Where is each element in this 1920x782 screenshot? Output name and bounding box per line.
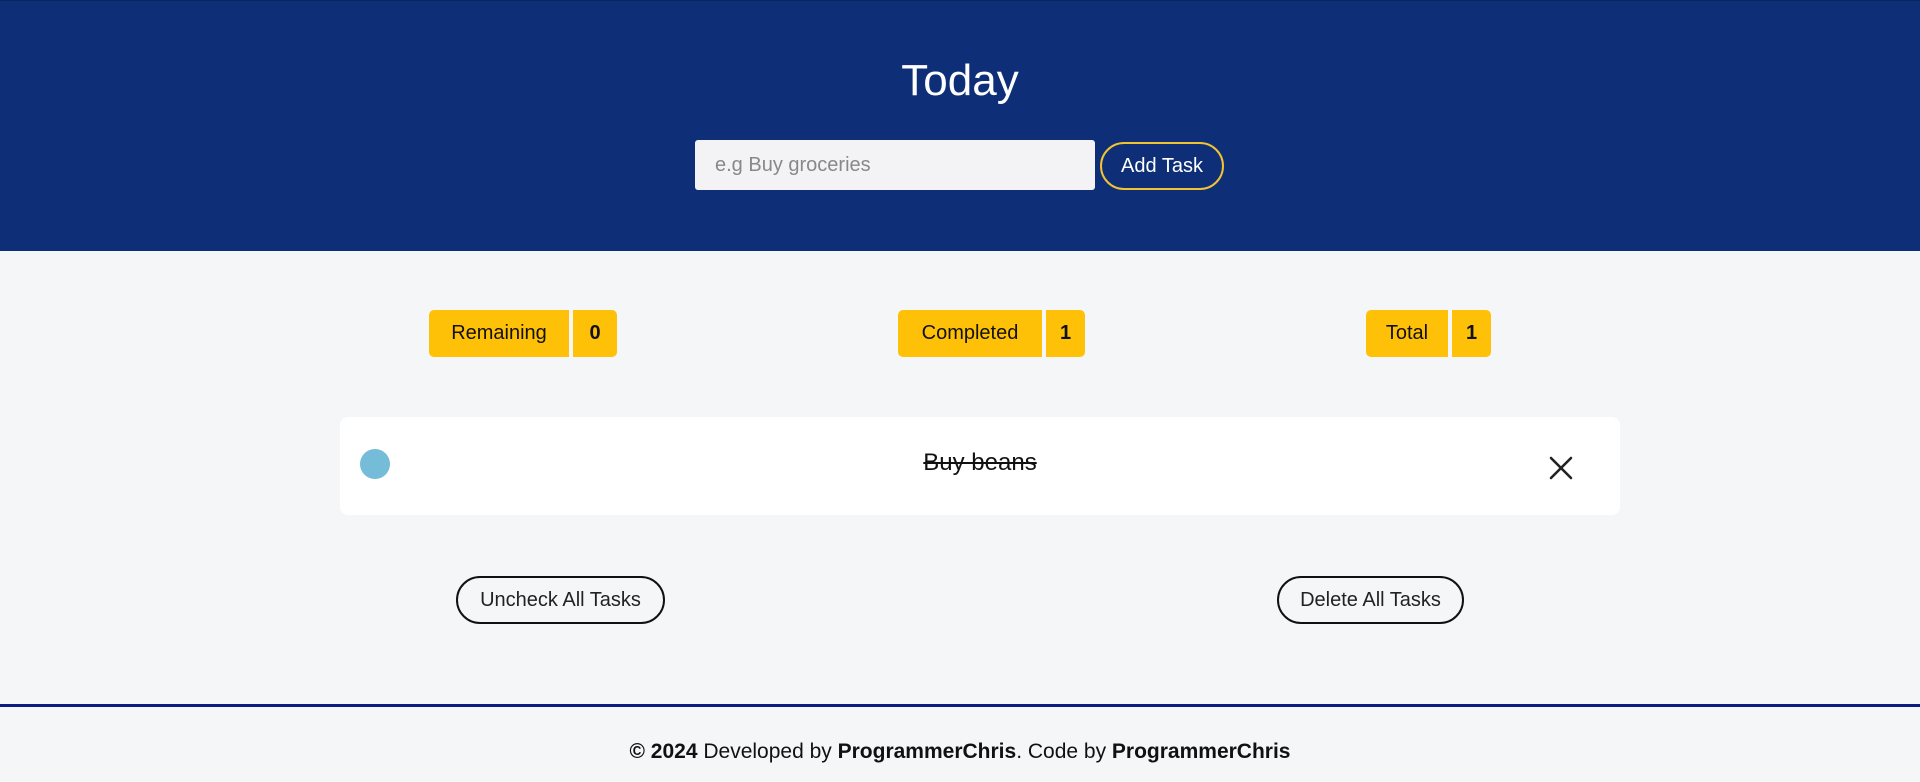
task-item: Buy beans	[340, 417, 1620, 515]
close-icon[interactable]	[1548, 455, 1574, 481]
uncheck-all-button[interactable]: Uncheck All Tasks	[456, 576, 665, 624]
completed-label: Completed	[898, 310, 1042, 357]
add-task-button[interactable]: Add Task	[1100, 142, 1224, 190]
remaining-stat: Remaining 0	[429, 310, 617, 357]
task-input[interactable]	[695, 140, 1095, 190]
completed-count: 1	[1046, 310, 1085, 357]
delete-all-button[interactable]: Delete All Tasks	[1277, 576, 1464, 624]
coder-name: ProgrammerChris	[1111, 740, 1291, 763]
header: Today Add Task	[0, 0, 1920, 251]
copyright-text: © 2024	[629, 740, 698, 763]
remaining-count: 0	[573, 310, 617, 357]
footer: © 2024 Developed by ProgrammerChris. Cod…	[0, 740, 1920, 764]
total-stat: Total 1	[1366, 310, 1491, 357]
task-text[interactable]: Buy beans	[340, 449, 1620, 477]
footer-divider	[0, 704, 1920, 707]
completed-stat: Completed 1	[898, 310, 1085, 357]
total-count: 1	[1452, 310, 1491, 357]
remaining-label: Remaining	[429, 310, 569, 357]
code-by-text: . Code by	[1016, 740, 1112, 763]
total-label: Total	[1366, 310, 1448, 357]
developed-by-text: Developed by	[697, 740, 838, 763]
developer-name: ProgrammerChris	[837, 740, 1017, 763]
page-title: Today	[901, 56, 1019, 105]
